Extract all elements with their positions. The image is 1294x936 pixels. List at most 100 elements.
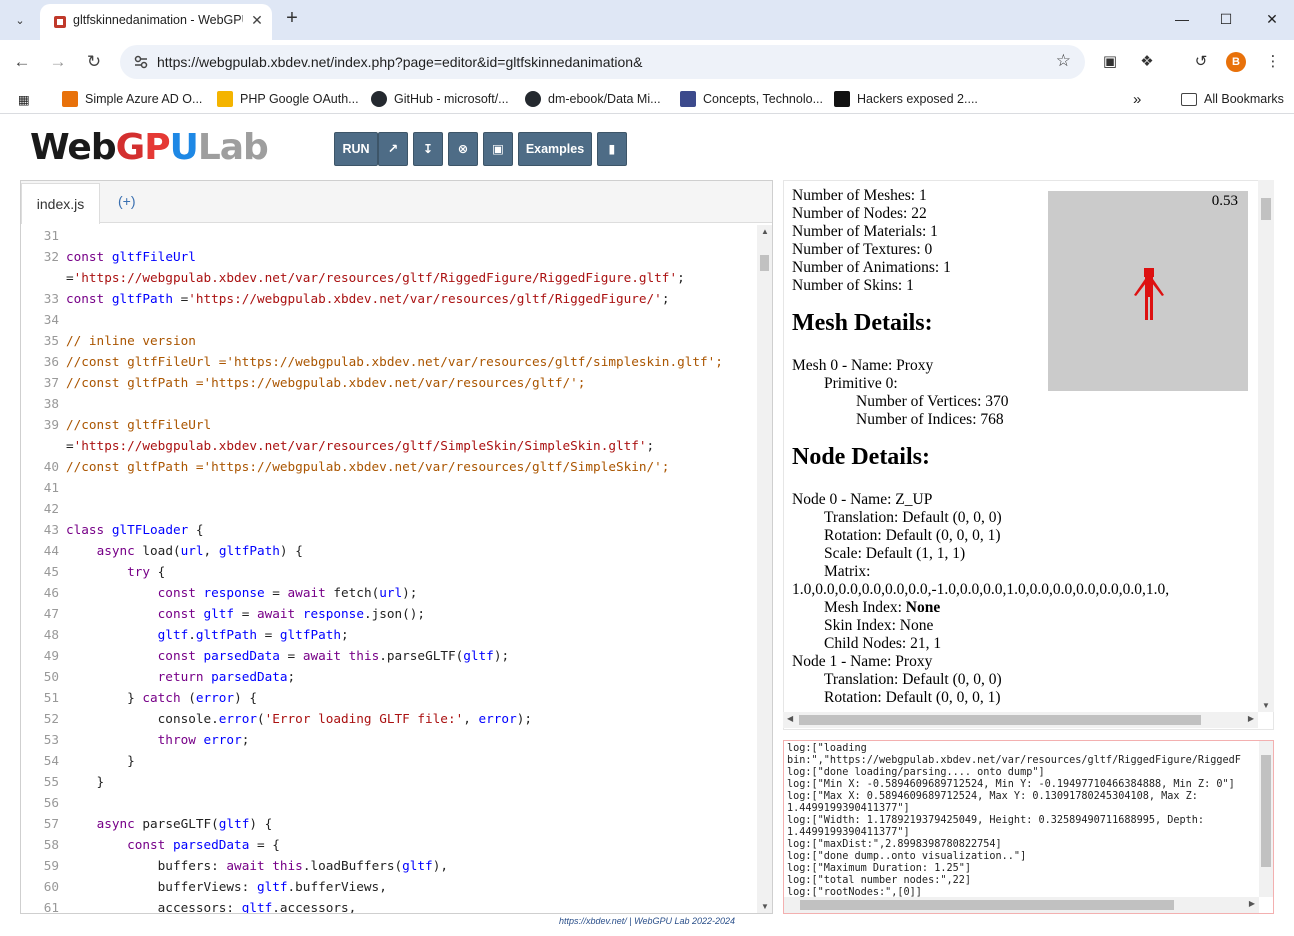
download-button[interactable]: ↧ (413, 132, 443, 166)
code-line[interactable]: 57 async parseGLTF(gltf) { (21, 813, 757, 834)
detail-line: Skin Index: None (792, 617, 1262, 635)
minimize-icon[interactable]: — (1170, 8, 1194, 30)
preview-vertical-scrollbar[interactable]: ▼ (1258, 180, 1274, 712)
code-area[interactable]: 31 32 const gltfFileUrl ='https://webgpulab… (21, 225, 757, 913)
code-line[interactable]: 33 const gltfPath ='https://webgpulab.xbd… (21, 288, 757, 309)
stop-button[interactable]: ⊗ (448, 132, 478, 166)
code-line[interactable]: 56 (21, 792, 757, 813)
detail-text: Number of Textures: 0 (792, 241, 933, 258)
code-line[interactable]: 50 return parsedData; (21, 666, 757, 687)
console-horizontal-scrollbar[interactable]: ▶ (784, 897, 1259, 913)
tab-search-icon[interactable]: ⌄ (8, 8, 32, 32)
code-line[interactable]: 48 gltf.gltfPath = gltfPath; (21, 624, 757, 645)
close-window-icon[interactable]: ✕ (1260, 8, 1284, 30)
webgpulab-logo[interactable]: WebGPULab (30, 128, 269, 168)
add-file-tab[interactable]: (+) (118, 193, 136, 209)
rigged-figure (1134, 268, 1164, 320)
webgpu-canvas[interactable]: 0.53 (1048, 191, 1248, 391)
console-line: 1.4499199390411377"] (787, 803, 910, 814)
bookmark-item[interactable]: Concepts, Technolo... (680, 90, 823, 108)
editor-scrollbar[interactable]: ▲ ▼ (757, 225, 772, 913)
menu-icon[interactable]: ⋮ (1262, 51, 1284, 73)
code-line[interactable]: 36 //const gltfFileUrl ='https://webgpula… (21, 351, 757, 372)
code-line[interactable]: 41 (21, 477, 757, 498)
code-line[interactable]: 44 async load(url, gltfPath) { (21, 540, 757, 561)
code-line[interactable]: 47 const gltf = await response.json(); (21, 603, 757, 624)
code-line[interactable]: 46 const response = await fetch(url); (21, 582, 757, 603)
code-line[interactable]: 59 buffers: await this.loadBuffers(gltf)… (21, 855, 757, 876)
code-line[interactable]: 43 class glTFLoader { (21, 519, 757, 540)
bookmark-item[interactable]: Simple Azure AD O... (62, 90, 202, 108)
editor-scroll-thumb[interactable] (760, 255, 769, 271)
code-line[interactable]: 45 try { (21, 561, 757, 582)
tab-index-js[interactable]: index.js (21, 183, 100, 224)
line-number: 38 (43, 396, 59, 411)
code-line[interactable]: 35 // inline version (21, 330, 757, 351)
code-line[interactable]: 52 console.error('Error loading GLTF fil… (21, 708, 757, 729)
all-bookmarks[interactable]: All Bookmarks (1181, 90, 1284, 108)
back-icon[interactable]: ← (10, 50, 34, 74)
code-line[interactable]: 32 const gltfFileUrl (21, 246, 757, 267)
bookmark-item[interactable]: Hackers exposed 2.... (834, 90, 978, 108)
code-line[interactable]: 53 throw error; (21, 729, 757, 750)
performance-icon[interactable]: ↺ (1190, 51, 1212, 73)
line-number: 51 (43, 690, 59, 705)
code-line[interactable]: 49 const parsedData = await this.parseGL… (21, 645, 757, 666)
detail-line: Node 0 - Name: Z_UP (792, 491, 1262, 509)
browser-tab[interactable]: gltfskinnedanimation - WebGPU ✕ (40, 4, 272, 40)
folder-icon (1181, 92, 1197, 106)
code-line[interactable]: 51 } catch (error) { (21, 687, 757, 708)
code-line[interactable]: 54 } (21, 750, 757, 771)
code-line[interactable]: 42 (21, 498, 757, 519)
bookmark-button[interactable]: ▮ (597, 132, 627, 166)
code-line[interactable]: 58 const parsedData = { (21, 834, 757, 855)
code-line[interactable]: 40 //const gltfPath ='https://webgpulab.x… (21, 456, 757, 477)
tab-close-icon[interactable]: ✕ (248, 11, 266, 29)
code-line[interactable]: ='https://webgpulab.xbdev.net/var/resour… (21, 267, 757, 288)
bookmark-item[interactable]: GitHub - microsoft/... (371, 90, 509, 108)
line-text: bufferViews: gltf.bufferViews, (66, 879, 387, 894)
line-text: //const gltfFileUrl ='https://webgpulab.… (66, 354, 723, 369)
profile-avatar[interactable]: B (1226, 52, 1246, 72)
more-bookmarks-icon[interactable]: » (1133, 90, 1141, 108)
line-text: } (66, 774, 105, 789)
code-line[interactable]: 34 (21, 309, 757, 330)
tab-groups-icon[interactable]: ▣ (1099, 51, 1121, 73)
code-line[interactable]: 60 bufferViews: gltf.bufferViews, (21, 876, 757, 897)
reload-icon[interactable]: ↻ (82, 50, 106, 74)
code-line[interactable]: ='https://webgpulab.xbdev.net/var/resour… (21, 435, 757, 456)
forward-icon[interactable]: → (46, 50, 70, 74)
address-bar[interactable]: https://webgpulab.xbdev.net/index.php?pa… (120, 45, 1085, 79)
code-line[interactable]: 38 (21, 393, 757, 414)
preview-horizontal-scrollbar[interactable]: ◀ ▶ (783, 712, 1258, 728)
apps-icon[interactable]: ▦ (18, 90, 30, 108)
code-line[interactable]: 31 (21, 225, 757, 246)
detail-text: Number of Skins: 1 (792, 277, 914, 294)
line-number: 36 (43, 354, 59, 369)
line-text: accessors: gltf.accessors, (66, 900, 357, 913)
console-vertical-scrollbar[interactable] (1259, 741, 1273, 897)
line-text: const parsedData = { (127, 837, 280, 852)
bookmark-star-icon[interactable]: ☆ (1056, 51, 1071, 71)
examples-button[interactable]: Examples (518, 132, 592, 166)
code-line[interactable]: 37 //const gltfPath ='https://webgpulab.x… (21, 372, 757, 393)
output-preview[interactable]: Number of Meshes: 1 Number of Nodes: 22 Nu… (783, 180, 1274, 730)
run-button[interactable]: RUN (334, 132, 378, 166)
code-line[interactable]: 39 //const gltfFileUrl (21, 414, 757, 435)
new-tab-icon[interactable]: + (282, 8, 302, 28)
line-number: 50 (43, 669, 59, 684)
line-number: 32 (43, 249, 59, 264)
extensions-icon[interactable]: ❖ (1136, 51, 1158, 73)
console-log: log:["loading bin:","https://webgpulab.xb… (787, 743, 1259, 899)
save-button[interactable]: ▣ (483, 132, 513, 166)
bookmark-item[interactable]: dm-ebook/Data Mi... (525, 90, 661, 108)
detail-line: 1.0,0.0,0.0,0.0,0.0,0.0,-1.0,0.0,0.0,1.0… (792, 581, 1262, 599)
line-text: ='https://webgpulab.xbdev.net/var/resour… (66, 438, 655, 453)
code-line[interactable]: 55 } (21, 771, 757, 792)
console-output[interactable]: log:["loading bin:","https://webgpulab.xb… (783, 740, 1274, 914)
maximize-icon[interactable]: ☐ (1214, 8, 1238, 30)
code-line[interactable]: 61 accessors: gltf.accessors, (21, 897, 757, 913)
site-settings-icon[interactable] (132, 53, 150, 71)
bookmark-item[interactable]: PHP Google OAuth... (217, 90, 359, 108)
open-external-button[interactable]: ↗ (378, 132, 408, 166)
